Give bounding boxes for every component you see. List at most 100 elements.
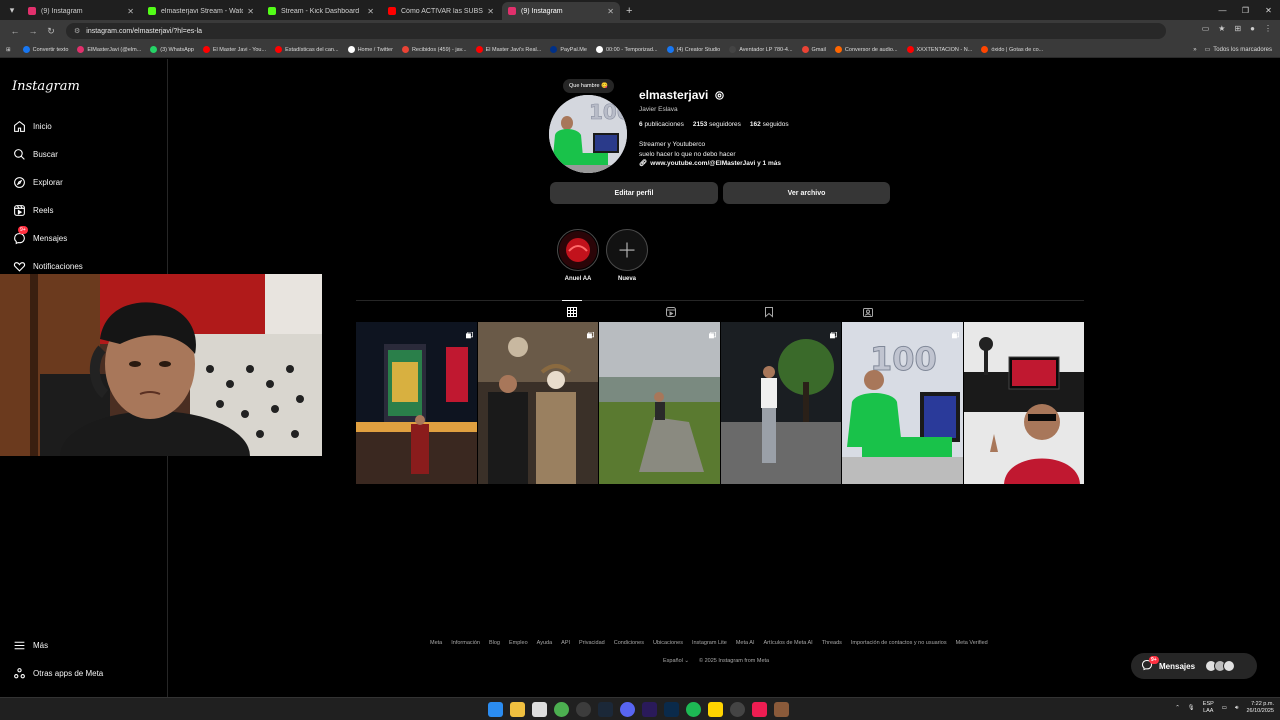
tab-posts-grid-icon[interactable]	[562, 300, 582, 317]
spotify-icon[interactable]	[686, 702, 701, 717]
post-thumbnail[interactable]	[599, 322, 720, 484]
sidebar-item-reels[interactable]: Reels	[12, 203, 53, 217]
mic-icon[interactable]: 🎙︎	[1188, 705, 1195, 711]
menu-icon[interactable]: ⋮	[1264, 24, 1272, 33]
sidebar-item-explorar[interactable]: Explorar	[12, 175, 63, 189]
browser-tab[interactable]: elmasterjavi Stream - Watch Li...✕	[142, 2, 260, 20]
close-tab-icon[interactable]: ✕	[127, 7, 134, 16]
reload-icon[interactable]: ↻	[42, 26, 60, 37]
url-input[interactable]: ⚙ instagram.com/elmasterjavi/?hl=es-la	[66, 23, 1166, 39]
sidebar-item-mensajes[interactable]: 9+ Mensajes	[12, 226, 67, 245]
avatar[interactable]: 100	[549, 95, 627, 173]
browser-tab[interactable]: Stream - Kick Dashboard ✕	[262, 2, 380, 20]
site-info-icon[interactable]: ⚙	[74, 27, 80, 35]
browser-tab[interactable]: Cómo ACTIVAR las SUBS en...✕	[382, 2, 500, 20]
settings-icon[interactable]	[730, 702, 745, 717]
network-icon[interactable]: ▭	[1222, 705, 1227, 711]
footer-link[interactable]: Instagram Lite	[692, 640, 727, 646]
footer-link[interactable]: API	[561, 640, 570, 646]
obs-icon[interactable]	[576, 702, 591, 717]
sidebar-item-mas[interactable]: Más	[12, 638, 48, 652]
bookmark-item[interactable]: Estadísticas del can...	[275, 46, 339, 53]
more-bookmarks-icon[interactable]: »	[1193, 47, 1196, 53]
following-count[interactable]: 162 seguidos	[750, 121, 789, 128]
tray-chevron-icon[interactable]: ⌃	[1175, 705, 1180, 711]
highlight-new[interactable]: Nueva	[606, 229, 648, 282]
store-icon[interactable]	[532, 702, 547, 717]
footer-link[interactable]: Empleo	[509, 640, 528, 646]
cast-icon[interactable]: ▭	[1202, 24, 1210, 33]
maximize-icon[interactable]: ❐	[1234, 0, 1257, 20]
footer-link[interactable]: Información	[451, 640, 480, 646]
highlight-anuel-aa[interactable]: Anuel AA	[557, 229, 599, 282]
close-tab-icon[interactable]: ✕	[607, 7, 614, 16]
language-select[interactable]: Español ⌄	[663, 658, 689, 664]
bookmark-item[interactable]: Home / Twitter	[347, 46, 393, 53]
tab-search-icon[interactable]: ▾	[4, 2, 20, 18]
tiktok-icon[interactable]	[752, 702, 767, 717]
bookmark-item[interactable]: Conversor de audio...	[834, 46, 898, 53]
view-archive-button[interactable]: Ver archivo	[723, 182, 890, 204]
bookmark-item[interactable]: Recibidos (459) - jav...	[401, 46, 467, 53]
footer-link[interactable]: Privacidad	[579, 640, 605, 646]
footer-link[interactable]: Meta	[430, 640, 442, 646]
windows-start-icon[interactable]	[488, 702, 503, 717]
steam-icon[interactable]	[598, 702, 613, 717]
followers-count[interactable]: 2153 seguidores	[693, 121, 741, 128]
tab-reels-icon[interactable]	[665, 305, 677, 317]
premiere-icon[interactable]	[642, 702, 657, 717]
volume-icon[interactable]: 🔊︎	[1235, 705, 1238, 712]
profile-note[interactable]: Que hambre 😋	[563, 79, 614, 93]
bookmark-item[interactable]: 00:00 - Temporizad...	[595, 46, 658, 53]
close-tab-icon[interactable]: ✕	[487, 7, 494, 16]
footer-link[interactable]: Blog	[489, 640, 500, 646]
edit-profile-button[interactable]: Editar perfil	[550, 182, 718, 204]
system-clock[interactable]: 7:22 p.m. 26/10/2025	[1246, 701, 1274, 715]
post-thumbnail[interactable]	[720, 322, 841, 484]
bookmark-item[interactable]: El Master Javi - You...	[202, 46, 266, 53]
bio-link[interactable]: 🔗︎ www.youtube.com/@ElMasterJavi y 1 más	[639, 159, 781, 169]
browser-tab-active[interactable]: (9) Instagram ✕	[502, 2, 620, 20]
footer-link[interactable]: Meta Verified	[956, 640, 988, 646]
input-language[interactable]: ESP LAA	[1203, 701, 1214, 715]
browser-tab[interactable]: (9) Instagram ✕	[22, 2, 140, 20]
sidebar-item-meta-apps[interactable]: Otras apps de Meta	[12, 666, 103, 680]
new-tab-button[interactable]: +	[626, 5, 632, 17]
tab-tagged-icon[interactable]	[862, 305, 874, 317]
profile-icon[interactable]: ●	[1250, 24, 1255, 33]
bookmark-item[interactable]: Aventador LP 780-4...	[729, 46, 793, 53]
settings-gear-icon[interactable]	[714, 90, 725, 101]
bookmark-item[interactable]: XXXTENTACION - N...	[906, 46, 972, 53]
bookmark-item[interactable]: ElMasterJavi (@elm...	[77, 46, 141, 53]
footer-link[interactable]: Meta AI	[736, 640, 755, 646]
post-thumbnail[interactable]: 100	[842, 322, 963, 484]
footer-link[interactable]: Artículos de Meta AI	[763, 640, 812, 646]
extensions-icon[interactable]: ⊞	[1234, 24, 1241, 33]
footer-link[interactable]: Threads	[822, 640, 842, 646]
footer-link[interactable]: Ayuda	[537, 640, 553, 646]
bookmark-item[interactable]: (3) WhatsApp	[150, 46, 194, 53]
bookmark-item[interactable]: (4) Creator Studio	[666, 46, 720, 53]
bookmark-item[interactable]: Gmail	[801, 46, 826, 53]
minimize-icon[interactable]: —	[1211, 0, 1234, 20]
footer-link[interactable]: Condiciones	[614, 640, 644, 646]
footer-link[interactable]: Importación de contactos y no usuarios	[851, 640, 947, 646]
sidebar-item-notificaciones[interactable]: Notificaciones	[12, 259, 83, 273]
back-icon[interactable]: ←	[6, 26, 24, 36]
photoshop-icon[interactable]	[664, 702, 679, 717]
close-tab-icon[interactable]: ✕	[247, 7, 254, 16]
all-bookmarks[interactable]: » ▭ Todos los marcadores	[1193, 46, 1272, 54]
sticky-notes-icon[interactable]	[708, 702, 723, 717]
discord-icon[interactable]	[620, 702, 635, 717]
tab-saved-icon[interactable]	[763, 305, 775, 318]
post-thumbnail[interactable]	[477, 322, 598, 484]
forward-icon[interactable]: →	[24, 26, 42, 36]
file-explorer-icon[interactable]	[510, 702, 525, 717]
sidebar-item-inicio[interactable]: Inicio	[12, 119, 52, 133]
bookmark-star-icon[interactable]: ★	[1218, 24, 1225, 33]
app-icon[interactable]	[774, 702, 789, 717]
close-window-icon[interactable]: ✕	[1257, 0, 1280, 20]
messages-floating-button[interactable]: 9+ Mensajes	[1131, 653, 1257, 679]
apps-icon[interactable]: ⊞	[6, 47, 11, 53]
close-tab-icon[interactable]: ✕	[367, 7, 374, 16]
